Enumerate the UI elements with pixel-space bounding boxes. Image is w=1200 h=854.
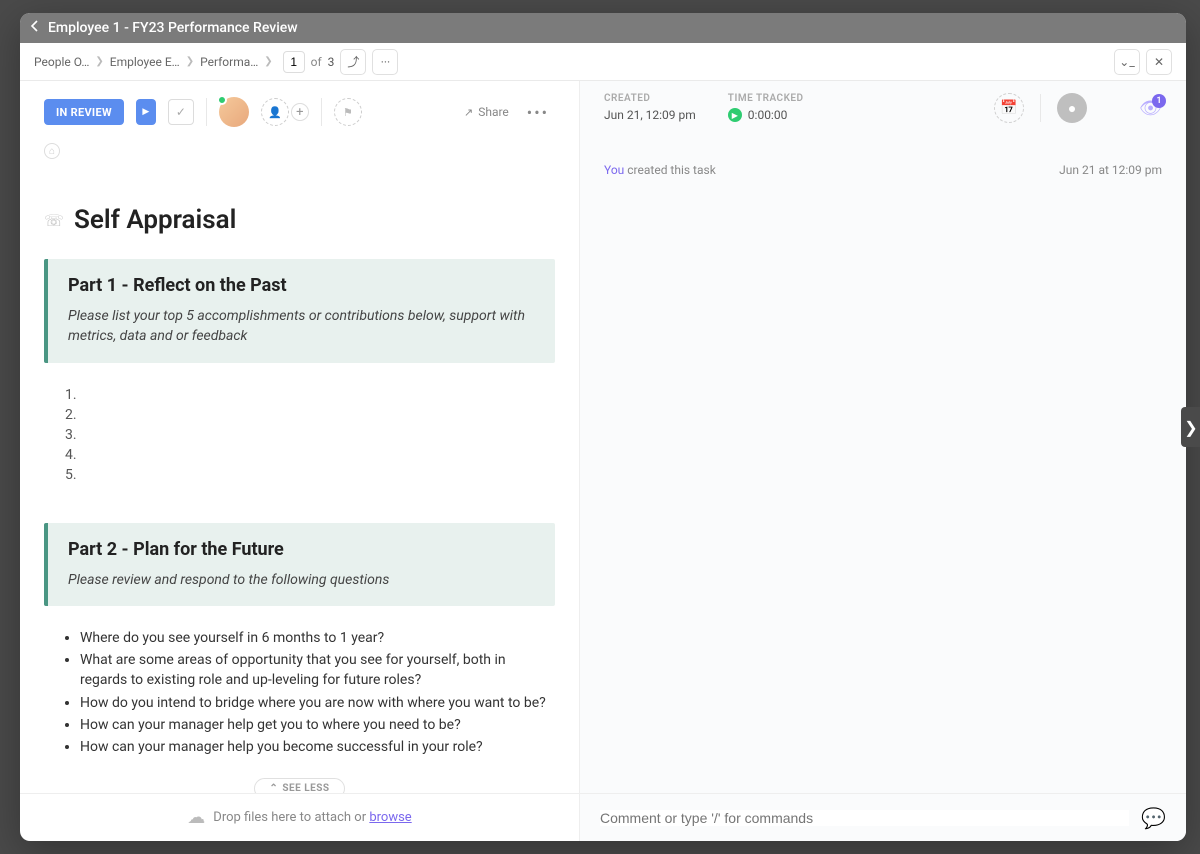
- due-date-icon[interactable]: 📅: [994, 93, 1024, 123]
- cloud-upload-icon: ☁: [187, 807, 205, 828]
- watchers-count: 1: [1152, 94, 1166, 108]
- meta-created: CREATED Jun 21, 12:09 pm: [604, 93, 696, 123]
- part1-heading: Part 1 - Reflect on the Past: [68, 275, 535, 296]
- callout-part2: Part 2 - Plan for the Future Please revi…: [44, 523, 555, 606]
- left-pane: IN REVIEW ▶ ✓ 👤 + ⚑ ↗Share ••• ⌂: [20, 81, 580, 841]
- chevron-right-icon: ❯: [264, 56, 272, 67]
- list-item: How can your manager help you become suc…: [80, 737, 555, 757]
- add-assignee-icon[interactable]: 👤: [261, 98, 289, 126]
- attach-text: Drop files here to attach or browse: [213, 810, 411, 825]
- list-item: [80, 405, 555, 425]
- tag-icon[interactable]: ⌂: [44, 143, 60, 159]
- status-caret-icon[interactable]: ▶: [136, 99, 156, 125]
- chevron-up-icon: ⌃: [269, 783, 278, 793]
- meta-time-tracked: TIME TRACKED ▶0:00:00: [728, 93, 804, 123]
- close-icon[interactable]: ✕: [1146, 49, 1172, 75]
- minimize-icon[interactable]: ⌄_: [1114, 49, 1140, 75]
- see-less-button[interactable]: ⌃SEE LESS: [254, 778, 344, 793]
- play-icon[interactable]: ▶: [728, 108, 742, 122]
- priority-flag-icon[interactable]: ⚑: [334, 98, 362, 126]
- part2-prompt: Please review and respond to the followi…: [68, 570, 535, 590]
- right-pane: CREATED Jun 21, 12:09 pm TIME TRACKED ▶0…: [580, 81, 1186, 841]
- list-item: [80, 445, 555, 465]
- share-icon: ↗: [464, 106, 473, 119]
- crumb-1[interactable]: Employee E…: [110, 55, 180, 69]
- document-body: ☏ Self Appraisal Part 1 - Reflect on the…: [20, 185, 579, 793]
- back-icon[interactable]: [30, 20, 40, 36]
- add-button-icon[interactable]: +: [291, 103, 309, 121]
- list-item: What are some areas of opportunity that …: [80, 650, 555, 691]
- attach-bar[interactable]: ☁ Drop files here to attach or browse: [20, 793, 579, 841]
- record-icon[interactable]: ●: [1057, 93, 1087, 123]
- activity-action: created this task: [624, 163, 716, 177]
- pager-of-label: of: [311, 55, 322, 69]
- open-new-icon[interactable]: ⤴: [340, 49, 366, 75]
- pager-current-input[interactable]: [283, 51, 305, 73]
- chevron-right-icon: ❯: [186, 56, 194, 67]
- part1-prompt: Please list your top 5 accomplishments o…: [68, 306, 535, 347]
- task-modal: Employee 1 - FY23 Performance Review Peo…: [20, 13, 1186, 841]
- crumb-2[interactable]: Performa…: [200, 55, 258, 69]
- task-title: Employee 1 - FY23 Performance Review: [48, 20, 298, 36]
- list-item: [80, 385, 555, 405]
- meta-row: CREATED Jun 21, 12:09 pm TIME TRACKED ▶0…: [580, 81, 1186, 139]
- browse-link[interactable]: browse: [369, 810, 411, 825]
- crumb-0[interactable]: People O…: [34, 55, 89, 69]
- callout-part1: Part 1 - Reflect on the Past Please list…: [44, 259, 555, 363]
- list-item: How do you intend to bridge where you ar…: [80, 693, 555, 713]
- complete-check-icon[interactable]: ✓: [168, 99, 194, 125]
- assignee-avatar[interactable]: [219, 97, 249, 127]
- questions-list[interactable]: Where do you see yourself in 6 months to…: [44, 628, 555, 758]
- list-item: [80, 425, 555, 445]
- pager-total: 3: [328, 55, 335, 69]
- chevron-right-icon: ❯: [95, 56, 103, 67]
- list-item: [80, 465, 555, 485]
- activity-user: You: [604, 163, 624, 177]
- status-pill[interactable]: IN REVIEW: [44, 99, 124, 125]
- send-icon[interactable]: 💬: [1141, 806, 1166, 830]
- more-actions-icon[interactable]: •••: [521, 103, 555, 122]
- activity-row: You created this task Jun 21 at 12:09 pm: [604, 163, 1162, 177]
- phone-icon: ☏: [44, 211, 64, 230]
- comment-input[interactable]: [600, 810, 1129, 826]
- title-bar: Employee 1 - FY23 Performance Review: [20, 13, 1186, 43]
- task-header: IN REVIEW ▶ ✓ 👤 + ⚑ ↗Share •••: [20, 81, 579, 143]
- more-icon[interactable]: ···: [372, 49, 398, 75]
- doc-title[interactable]: Self Appraisal: [74, 205, 236, 235]
- activity-feed: You created this task Jun 21 at 12:09 pm: [580, 139, 1186, 793]
- share-button[interactable]: ↗Share: [464, 105, 509, 119]
- activity-time: Jun 21 at 12:09 pm: [1059, 163, 1162, 177]
- part2-heading: Part 2 - Plan for the Future: [68, 539, 535, 560]
- list-item: Where do you see yourself in 6 months to…: [80, 628, 555, 648]
- pager: of 3: [283, 51, 335, 73]
- presence-dot-icon: [217, 95, 227, 105]
- comment-bar: 💬: [580, 793, 1186, 841]
- accomplishments-list[interactable]: [44, 385, 555, 485]
- list-item: How can your manager help get you to whe…: [80, 715, 555, 735]
- breadcrumb-bar: People O… ❯ Employee E… ❯ Performa… ❯ of…: [20, 43, 1186, 81]
- watchers-button[interactable]: 👁 1: [1139, 98, 1162, 119]
- side-panel-toggle-icon[interactable]: ❯: [1181, 407, 1200, 447]
